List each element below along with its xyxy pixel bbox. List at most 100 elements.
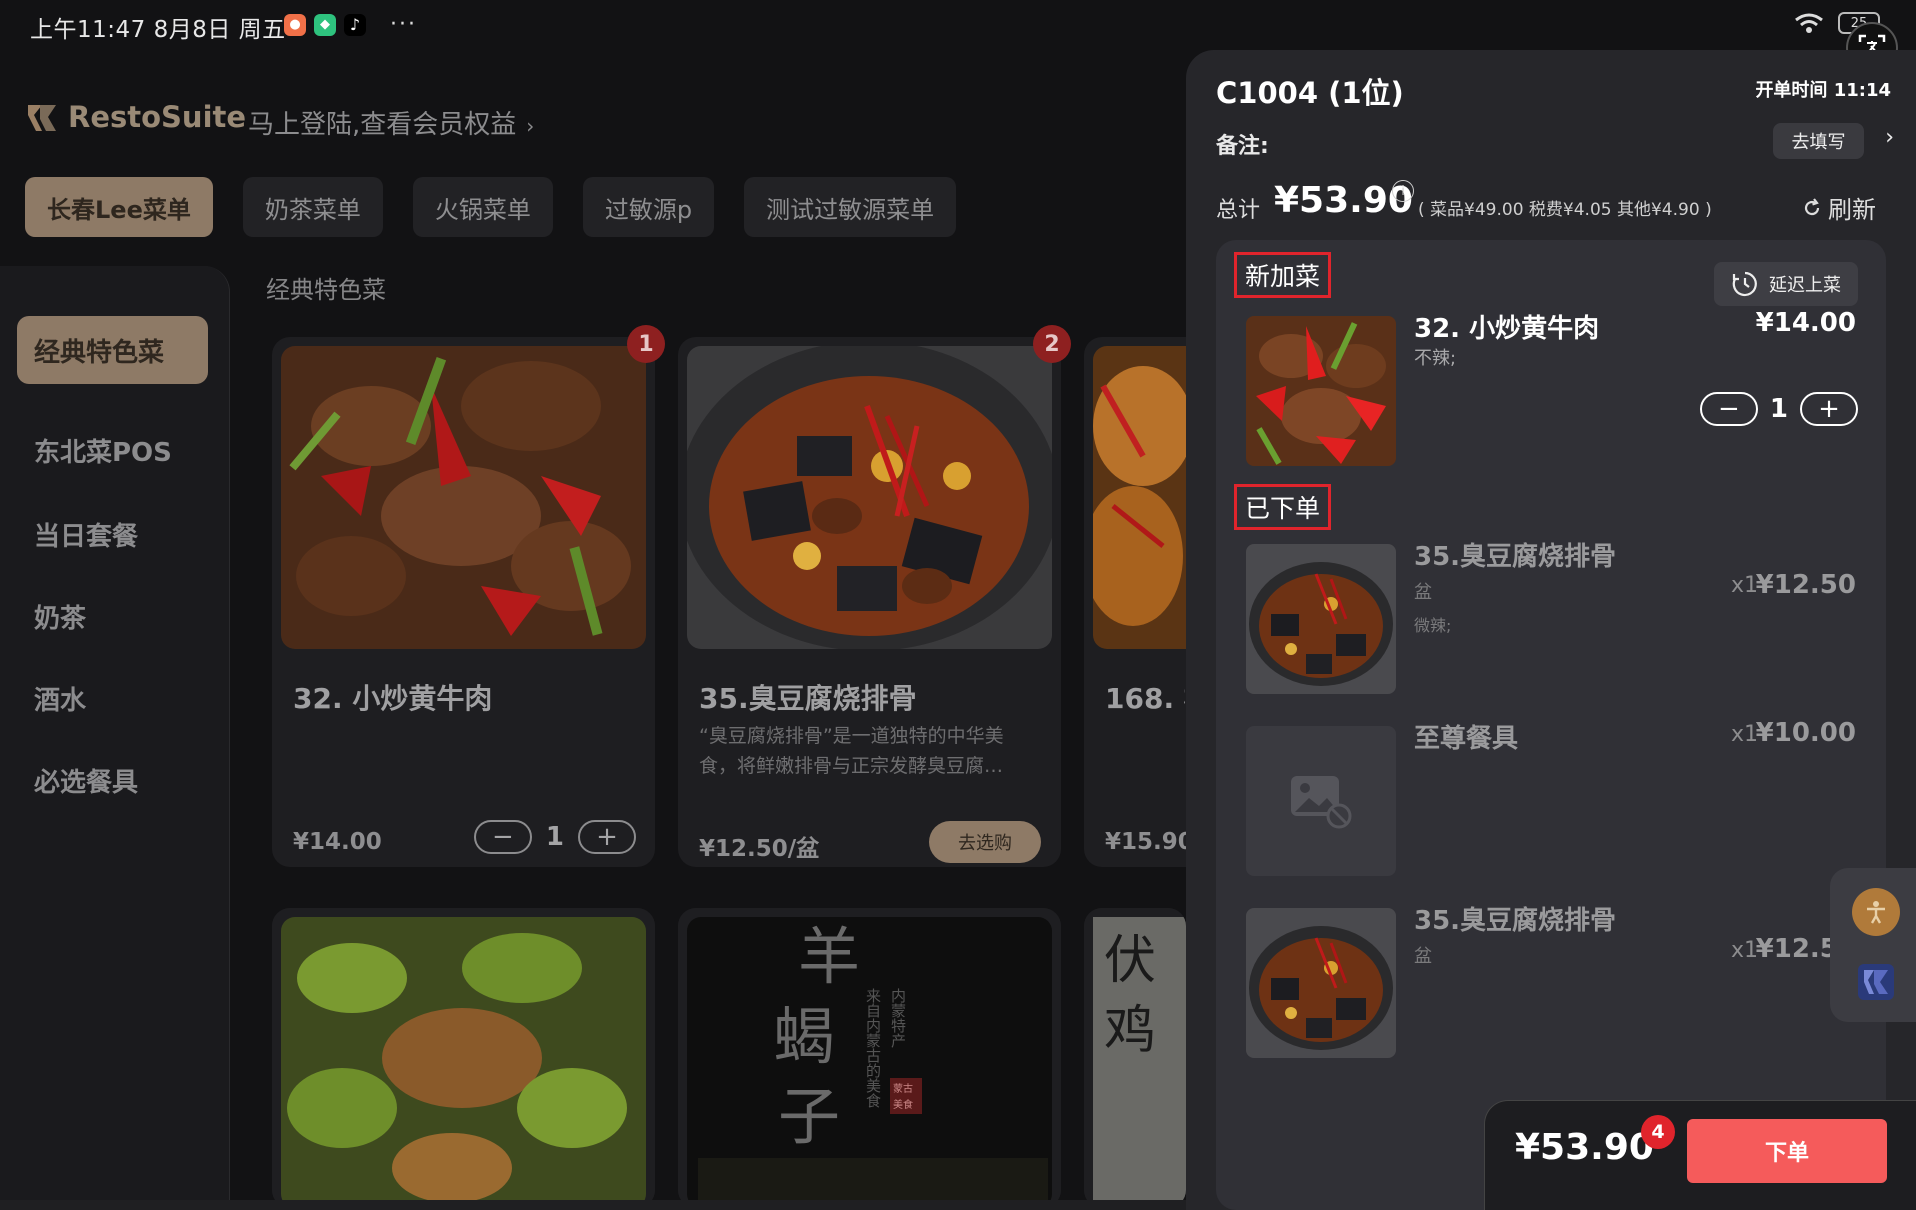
chevron-right-icon: › [526, 114, 535, 138]
refresh-icon [1804, 197, 1820, 215]
poster-big-text-2: 蝎 [773, 1000, 835, 1073]
order-item-image [1246, 908, 1396, 1058]
order-item-name: 35.臭豆腐烧排骨 [1414, 542, 1617, 572]
order-panel: C1004 (1位) 开单时间 11:14 备注: 去填写 › 总计 ¥53.9… [1186, 50, 1916, 1210]
chevron-right-icon[interactable]: › [1885, 125, 1894, 150]
menu-tabs: 长春Lee菜单 奶茶菜单 火锅菜单 过敏源p 测试过敏源菜单 [25, 177, 957, 237]
brand: RestoSuite [26, 100, 246, 134]
order-item-qty: x1 [1730, 938, 1758, 963]
poster-text-1: 伏 [1104, 931, 1156, 991]
poster-seal-text-1: 蒙古 [893, 1082, 913, 1095]
quantity-stepper: − 1 + [473, 820, 636, 854]
decrease-button[interactable]: − [473, 820, 532, 854]
image-placeholder-icon [1291, 776, 1352, 829]
clock-icon [1732, 271, 1757, 297]
dish-card[interactable]: 伏 鸡 [1084, 908, 1186, 1208]
notification-app-icon: ● [284, 13, 306, 36]
open-time: 开单时间 11:14 [1755, 80, 1891, 101]
new-items-label: 新加菜 [1234, 252, 1332, 298]
refresh-label: 刷新 [1828, 196, 1876, 224]
dish-card[interactable] [272, 908, 655, 1208]
checkout-total: ¥53.90 [1515, 1127, 1654, 1168]
order-item-image-placeholder [1246, 726, 1396, 876]
dish-image: 羊 蝎 子 来自内蒙古的美食 内蒙特产 蒙古 美食 [678, 908, 1061, 1208]
category-classic[interactable]: 经典特色菜 [17, 316, 208, 384]
delay-serving-label: 延迟上菜 [1769, 275, 1841, 296]
order-item-price: ¥12.50 [1755, 570, 1856, 600]
choose-options-button[interactable]: 去选购 [929, 821, 1041, 863]
place-order-button[interactable]: 下单 [1687, 1119, 1887, 1183]
fill-remark-button[interactable]: 去填写 [1773, 123, 1864, 159]
category-milk-tea[interactable]: 奶茶 [34, 598, 86, 635]
restosuite-shortcut-button[interactable] [1852, 958, 1900, 1006]
refresh-button[interactable]: 刷新 [1802, 190, 1876, 225]
restosuite-logo-icon [28, 105, 56, 131]
category-drinks[interactable]: 酒水 [34, 680, 86, 717]
status-app-icons: ● ◆ ♪ ··· [284, 12, 417, 37]
increase-button[interactable]: + [578, 820, 636, 854]
order-item-image [1246, 544, 1396, 694]
table-title: C1004 (1位) [1216, 76, 1404, 110]
dish-image [272, 908, 655, 1208]
menu-tab-hotpot[interactable]: 火锅菜单 [412, 177, 553, 237]
order-item-stepper: − 1 + [1699, 392, 1858, 426]
order-items-box: 新加菜 延迟上菜 32. 小炒黄牛肉 不辣; ¥14.00 − 1 + 已下单 … [1216, 240, 1886, 1210]
order-item-name: 35.臭豆腐烧排骨 [1414, 906, 1617, 936]
dish-image [687, 346, 1052, 649]
accessibility-icon [1867, 901, 1885, 924]
total-label: 总计 [1216, 198, 1261, 223]
dish-name: 35.臭豆腐烧排骨 [699, 682, 917, 715]
poster-text-2: 鸡 [1104, 1001, 1156, 1061]
status-bar: 上午11:47 8月8日 周五 ● ◆ ♪ ··· 25 [0, 0, 1916, 48]
ordered-label: 已下单 [1234, 484, 1332, 530]
poster-vertical-text: 内蒙特产 [889, 988, 907, 1048]
menu-tab-allergen-test[interactable]: 测试过敏源菜单 [744, 177, 957, 237]
decrease-button[interactable]: − [1699, 392, 1758, 426]
order-item-name: 至尊餐具 [1414, 724, 1519, 754]
tiktok-app-icon: ♪ [344, 13, 366, 36]
increase-button[interactable]: + [1800, 392, 1858, 426]
category-tableware[interactable]: 必选餐具 [34, 762, 138, 799]
accessibility-button[interactable] [1852, 888, 1900, 936]
order-item-note: 不辣; [1414, 348, 1457, 369]
dish-name: 32. 小炒黄牛肉 [293, 682, 493, 715]
delay-serving-button[interactable]: 延迟上菜 [1714, 262, 1858, 306]
menu-tab-changchun[interactable]: 长春Lee菜单 [25, 177, 213, 237]
dish-description: “臭豆腐烧排骨”是一道独特的中华美食，将鲜嫩排骨与正宗发酵臭豆腐… [699, 725, 1004, 777]
dish-price: ¥14.00 [293, 829, 382, 855]
order-item-unit: 盆 [1414, 582, 1432, 603]
category-daily-set[interactable]: 当日套餐 [34, 516, 138, 553]
menu-tab-allergen[interactable]: 过敏源p [582, 177, 715, 237]
restosuite-logo-icon [1858, 964, 1894, 1000]
checkout-bar: ¥53.90 4 下单 [1484, 1100, 1916, 1210]
poster-big-text-1: 羊 [798, 920, 860, 993]
dish-card[interactable]: 168. 椒 ¥15.90 [1084, 337, 1194, 867]
member-login-text: 马上登陆,查看会员权益 [248, 110, 517, 140]
poster-seal-text-2: 美食 [893, 1098, 913, 1111]
shield-app-icon: ◆ [314, 13, 336, 36]
dish-price: ¥15.90 [1105, 829, 1194, 855]
wifi-icon [1795, 13, 1823, 33]
order-item-unit: 盆 [1414, 946, 1432, 967]
dish-card[interactable]: 羊 蝎 子 来自内蒙古的美食 内蒙特产 蒙古 美食 [678, 908, 1061, 1208]
floating-tools [1830, 868, 1916, 1022]
dish-card[interactable]: 2 35.臭豆腐烧排骨 “臭豆腐烧排骨”是一道独特的中华美食，将鲜嫩排骨与正宗发… [678, 325, 1071, 867]
order-item-price: ¥10.00 [1755, 718, 1856, 748]
dish-count-badge: 1 [627, 325, 665, 363]
order-item-qty: x1 [1730, 722, 1758, 747]
dish-image: 伏 鸡 [1084, 908, 1186, 1208]
category-sidebar: 经典特色菜 东北菜POS 当日套餐 奶茶 酒水 必选餐具 [0, 266, 230, 1210]
section-title: 经典特色菜 [266, 276, 386, 304]
quantity-value: 1 [1769, 394, 1788, 424]
dish-name: 168. 椒 [1105, 682, 1185, 715]
status-time: 上午11:47 8月8日 周五 [30, 17, 286, 43]
info-icon[interactable]: i [1392, 180, 1414, 202]
menu-tab-milk-tea[interactable]: 奶茶菜单 [242, 177, 383, 237]
order-item-note: 微辣; [1414, 616, 1452, 635]
member-login-link[interactable]: 马上登陆,查看会员权益 › [248, 104, 534, 141]
order-item-image [1246, 316, 1396, 466]
quantity-value: 1 [545, 822, 564, 852]
category-northeast-pos[interactable]: 东北菜POS [34, 432, 172, 469]
cart-count-badge: 4 [1641, 1115, 1675, 1149]
dish-card[interactable]: 1 32. 小炒黄牛肉 ¥14.00 − 1 + [272, 325, 665, 867]
